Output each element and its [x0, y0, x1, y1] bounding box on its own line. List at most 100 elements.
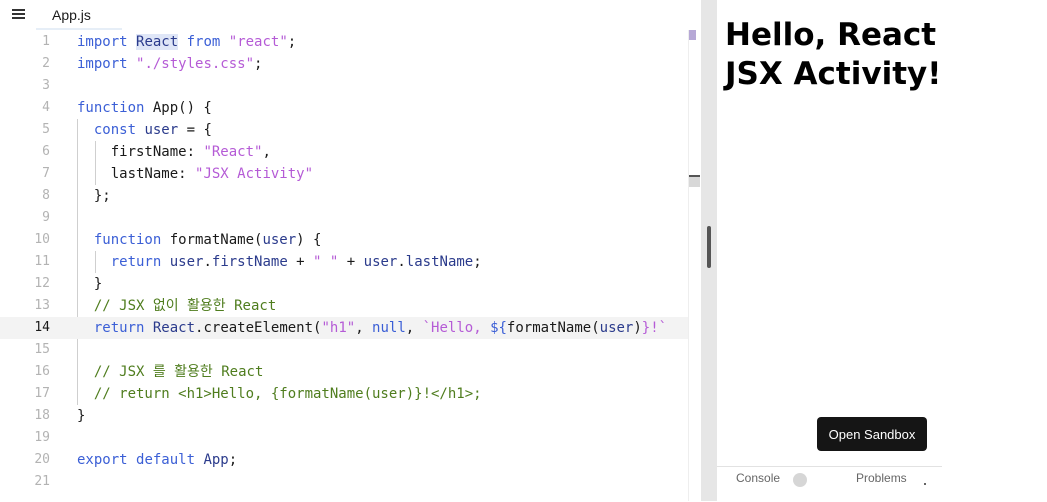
code-text: } — [77, 405, 85, 427]
code-line[interactable]: 20 export default App; — [0, 449, 688, 471]
code-text: return user.firstName + " " + user.lastN… — [77, 251, 482, 273]
code-token: `Hello, — [422, 320, 491, 336]
code-token: lastName — [405, 254, 474, 270]
code-token: null — [372, 320, 406, 336]
code-token: // JSX 를 활용한 React — [93, 364, 264, 380]
line-number: 20 — [34, 452, 50, 467]
code-token: return — [93, 320, 153, 336]
code-token: from — [186, 34, 221, 50]
code-line[interactable]: 11 return user.firstName + " " + user.la… — [0, 251, 688, 273]
code-token: firstName: — [77, 144, 204, 160]
console-tab[interactable]: Console — [736, 471, 780, 485]
code-line[interactable]: 13 // JSX 없이 활용한 React — [0, 295, 688, 317]
scrollbar-selection-marker — [689, 30, 696, 40]
code-area[interactable]: 1 import React from "react"; 2 import "./st… — [0, 31, 688, 501]
tab-active-indicator — [36, 28, 122, 30]
code-token: function — [77, 100, 153, 116]
code-token: + — [338, 254, 364, 270]
code-token: user — [144, 122, 179, 138]
code-line[interactable]: 16 // JSX 를 활용한 React — [0, 361, 688, 383]
code-line[interactable]: 10 function formatName(user) { — [0, 229, 688, 251]
line-number: 1 — [42, 34, 50, 49]
code-token: "react" — [228, 34, 288, 50]
code-line[interactable]: 3 — [0, 75, 688, 97]
code-token: ; — [287, 34, 297, 50]
code-token: + — [287, 254, 314, 270]
code-line[interactable]: 18} — [0, 405, 688, 427]
code-token: } — [77, 276, 103, 292]
code-line[interactable]: 1 import React from "react"; — [0, 31, 688, 53]
code-token: . — [397, 254, 406, 270]
code-line[interactable]: 19 — [0, 427, 688, 449]
code-token: formatName( — [506, 320, 600, 336]
code-token: ; — [228, 452, 238, 468]
bottom-panel: Console Problems — [717, 466, 942, 502]
code-token: user — [599, 320, 634, 336]
code-token: .createElement( — [195, 320, 322, 336]
code-line[interactable]: 5 const user = { — [0, 119, 688, 141]
code-token: import — [77, 34, 137, 50]
preview-heading-line1: Hello, React — [725, 17, 937, 53]
code-token: ) { — [296, 232, 322, 248]
code-text: firstName: "React", — [77, 141, 271, 163]
code-line[interactable]: 6 firstName: "React", — [0, 141, 688, 163]
code-line[interactable]: 4 function App() { — [0, 97, 688, 119]
code-token: ${ — [490, 320, 507, 336]
code-line[interactable]: 7 lastName: "JSX Activity" — [0, 163, 688, 185]
tab-app-js[interactable]: App.js — [36, 0, 122, 30]
problems-indicator — [924, 483, 926, 485]
line-number: 17 — [34, 386, 50, 401]
code-line[interactable]: 15 — [0, 339, 688, 361]
code-token: . — [203, 254, 212, 270]
code-token: "JSX Activity" — [195, 166, 314, 182]
editor-tab-bar: App.js — [0, 0, 700, 30]
code-text: export default App; — [77, 449, 237, 471]
editor-scrollbar[interactable] — [688, 30, 700, 501]
code-token: const — [93, 122, 145, 138]
code-text: // return <h1>Hello, {formatName(user)}!… — [77, 383, 482, 405]
open-sandbox-button[interactable]: Open Sandbox — [817, 417, 927, 451]
code-text: import "./styles.css"; — [77, 53, 262, 75]
code-token: "h1" — [321, 320, 356, 336]
line-number: 8 — [42, 188, 50, 203]
code-editor[interactable]: App.js 1 import React from "react"; 2 impor… — [0, 0, 700, 501]
code-token: ; — [473, 254, 482, 270]
line-number: 21 — [34, 474, 50, 489]
code-token: firstName — [211, 254, 288, 270]
code-line[interactable]: 9 — [0, 207, 688, 229]
code-line[interactable]: 21 — [0, 471, 688, 493]
code-text: function App() { — [77, 97, 212, 119]
menu-icon[interactable] — [12, 9, 25, 19]
code-text: } — [77, 273, 102, 295]
code-line[interactable]: 12 } — [0, 273, 688, 295]
code-token: user — [262, 232, 297, 248]
scrollbar-thumb[interactable] — [689, 175, 700, 187]
code-token: return — [110, 254, 170, 270]
code-token: ) — [633, 320, 642, 336]
line-number: 4 — [42, 100, 50, 115]
line-number: 5 — [42, 122, 50, 137]
console-count-badge — [793, 473, 807, 487]
preview-pane: Hello, React JSX Activity! Open Sandbox — [717, 0, 1047, 501]
line-number: 6 — [42, 144, 50, 159]
code-line[interactable]: 17 // return <h1>Hello, {formatName(user… — [0, 383, 688, 405]
code-token: , — [355, 320, 373, 336]
code-line[interactable]: 8 }; — [0, 185, 688, 207]
code-text: // JSX 없이 활용한 React — [77, 295, 276, 317]
problems-tab[interactable]: Problems — [856, 471, 907, 485]
code-token: function — [93, 232, 170, 248]
line-number: 14 — [34, 320, 50, 335]
pane-resize-handle[interactable] — [701, 0, 717, 501]
code-token: user — [363, 254, 398, 270]
code-line[interactable]: 2 import "./styles.css"; — [0, 53, 688, 75]
code-token: ; — [254, 56, 263, 72]
code-token: }; — [77, 188, 111, 204]
resize-grip[interactable] — [707, 226, 711, 268]
code-line[interactable]: 14 return React.createElement("h1", null… — [0, 317, 688, 339]
code-token: user — [169, 254, 204, 270]
